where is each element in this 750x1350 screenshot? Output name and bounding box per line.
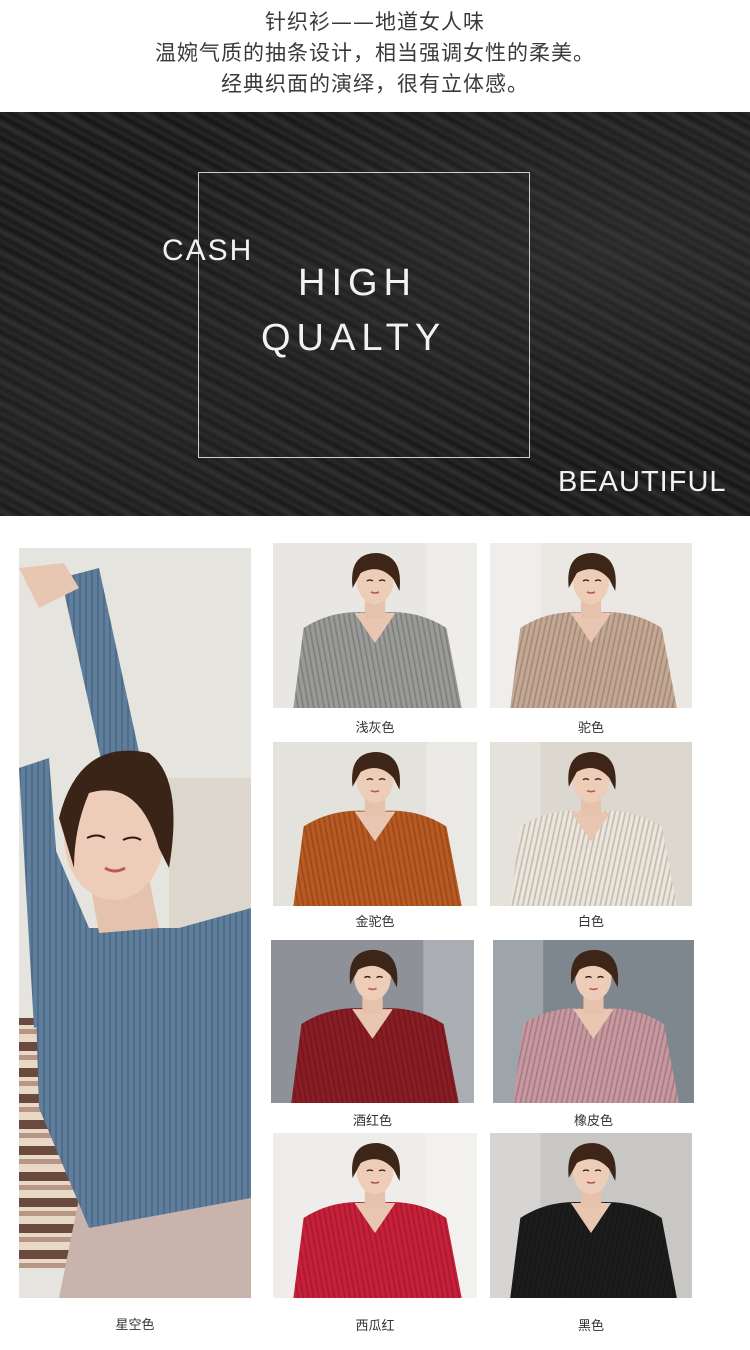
color-photo-6[interactable] <box>273 1133 477 1298</box>
color-photo-3[interactable] <box>490 742 692 906</box>
color-label-5: 橡皮色 <box>573 1114 613 1129</box>
featured-model-illustration <box>19 548 251 1298</box>
color-label-0: 浅灰色 <box>355 721 395 736</box>
color-label-6: 西瓜红 <box>355 1319 395 1334</box>
color-label-4: 酒红色 <box>352 1114 392 1129</box>
model-illustration <box>273 543 477 708</box>
model-illustration <box>273 1133 477 1298</box>
featured-color-label: 星空色 <box>115 1318 155 1333</box>
color-photo-4[interactable] <box>271 940 474 1103</box>
intro-headline: 针织衫——地道女人味 <box>265 10 485 34</box>
color-photo-2[interactable] <box>273 742 477 906</box>
banner-beautiful-text: BEAUTIFUL <box>558 466 727 498</box>
banner-frame <box>198 172 530 458</box>
model-illustration <box>490 742 692 906</box>
banner-cash-text: CASH <box>162 234 254 267</box>
color-label-7: 黑色 <box>577 1319 604 1334</box>
intro-section: 针织衫——地道女人味 温婉气质的抽条设计，相当强调女性的柔美。 经典织面的演绎，… <box>0 0 750 112</box>
model-illustration <box>493 940 694 1103</box>
color-label-1: 驼色 <box>577 721 604 736</box>
model-illustration <box>490 543 692 708</box>
intro-description-2: 经典织面的演绎，很有立体感。 <box>221 72 529 96</box>
color-photo-5[interactable] <box>493 940 694 1103</box>
color-label-2: 金驼色 <box>355 915 395 930</box>
color-photo-7[interactable] <box>490 1133 692 1298</box>
model-illustration <box>273 742 477 906</box>
color-photo-1[interactable] <box>490 543 692 708</box>
fabric-banner: CASH HIGH QUALTY BEAUTIFUL <box>0 112 750 516</box>
intro-description-1: 温婉气质的抽条设计，相当强调女性的柔美。 <box>155 41 595 65</box>
color-photo-0[interactable] <box>273 543 477 708</box>
banner-high-text: HIGH <box>298 262 417 304</box>
featured-color-photo[interactable] <box>19 548 251 1298</box>
model-illustration <box>490 1133 692 1298</box>
model-illustration <box>271 940 474 1103</box>
color-label-3: 白色 <box>577 915 604 930</box>
banner-quality-text: QUALTY <box>261 317 447 359</box>
